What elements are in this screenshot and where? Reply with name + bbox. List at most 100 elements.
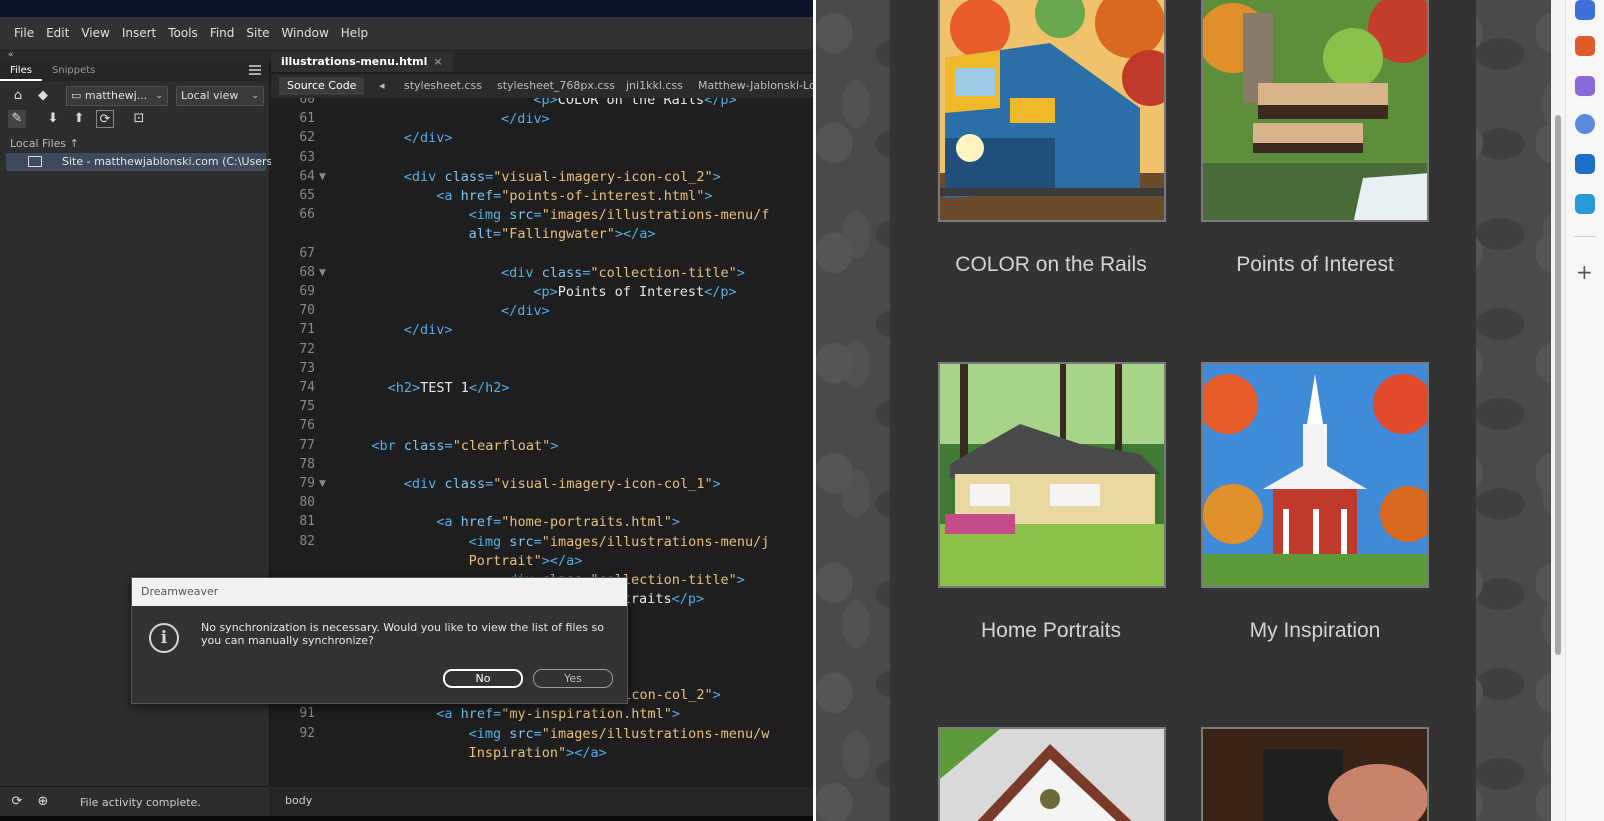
- card-title-my-inspiration[interactable]: My Inspiration: [1185, 619, 1445, 643]
- church-illustration[interactable]: [1201, 362, 1429, 588]
- line-number: 67: [299, 245, 315, 261]
- connect-server-icon[interactable]: ⌂: [9, 87, 27, 105]
- line-number: 63: [299, 149, 315, 165]
- yes-button[interactable]: Yes: [533, 669, 613, 688]
- line-number: 62: [299, 130, 315, 146]
- files-toolbar-1: ⌂ ◆ ▭ matthewj... ⌄ Local view ⌄: [0, 85, 270, 107]
- expand-icon[interactable]: ⊡: [130, 110, 148, 128]
- code-line[interactable]: <img src="images/illustrations-menu/f: [469, 207, 770, 223]
- close-icon[interactable]: ×: [433, 55, 442, 68]
- code-line[interactable]: <br class="clearfloat">: [371, 438, 558, 454]
- code-line[interactable]: </div>: [501, 303, 550, 319]
- code-line[interactable]: <div class="visual-imagery-icon-col_2">: [404, 169, 721, 185]
- send-icon[interactable]: [1575, 194, 1595, 214]
- house-illustration[interactable]: [938, 362, 1166, 588]
- related-file-stylesheet[interactable]: stylesheet.css: [404, 79, 482, 92]
- code-token: >: [671, 706, 681, 723]
- code-line[interactable]: </div>: [404, 130, 453, 146]
- menu-find[interactable]: Find: [204, 26, 241, 40]
- tab-snippets[interactable]: Snippets: [42, 61, 105, 81]
- globe-icon[interactable]: ⊕: [34, 793, 52, 811]
- code-line[interactable]: </div>: [501, 111, 550, 127]
- connect-icon[interactable]: ✎: [8, 110, 26, 128]
- code-line[interactable]: </div>: [404, 322, 453, 338]
- copilot-icon[interactable]: [1575, 114, 1595, 134]
- related-file-logo[interactable]: Matthew-Jablonski-Logo: [698, 79, 813, 92]
- collapse-panels-icon[interactable]: «: [8, 50, 14, 60]
- refresh-icon[interactable]: ⟳: [96, 110, 114, 128]
- menu-view[interactable]: View: [75, 26, 115, 40]
- code-line[interactable]: <h2>TEST 1</h2>: [388, 380, 510, 396]
- site-root-label: Site - matthewjablonski.com (C:\Users\..…: [62, 155, 287, 168]
- code-line[interactable]: <div class="visual-imagery-icon-col_1">: [404, 476, 721, 492]
- train-illustration[interactable]: [938, 0, 1166, 222]
- no-button[interactable]: No: [443, 669, 523, 688]
- tab-files[interactable]: Files: [0, 61, 42, 81]
- refresh-icon[interactable]: ⟳: [8, 793, 26, 811]
- card-title-color-on-the-rails[interactable]: COLOR on the Rails: [921, 253, 1181, 277]
- tag-icon[interactable]: [1575, 0, 1595, 20]
- code-line[interactable]: alt="Fallingwater"></a>: [469, 226, 656, 242]
- code-token: class: [444, 168, 486, 185]
- code-token: "home-portraits.html": [501, 514, 672, 531]
- fold-triangle-icon[interactable]: ▼: [319, 479, 326, 489]
- related-prev-icon[interactable]: ◂: [379, 79, 385, 92]
- related-file-jni1kkl[interactable]: jni1kkl.css: [626, 79, 683, 92]
- fold-triangle-icon[interactable]: ▼: [319, 172, 326, 182]
- site-root-row[interactable]: Site - matthewjablonski.com (C:\Users\..…: [6, 153, 286, 171]
- document-tab[interactable]: illustrations-menu.html ×: [271, 52, 453, 72]
- fold-triangle-icon[interactable]: ▼: [319, 268, 326, 278]
- code-line[interactable]: <p>COLOR on the Rails</p>: [533, 98, 736, 108]
- code-line[interactable]: <a href="my-inspiration.html">: [436, 706, 680, 722]
- code-token: <img: [468, 533, 510, 550]
- card-title-home-portraits[interactable]: Home Portraits: [921, 619, 1181, 643]
- code-token: >: [712, 687, 721, 704]
- git-icon[interactable]: ◆: [34, 87, 52, 105]
- code-line[interactable]: Inspiration"></a>: [469, 745, 607, 761]
- hand-photo[interactable]: [1201, 727, 1429, 821]
- view-dropdown[interactable]: Local view ⌄: [176, 86, 264, 106]
- page-scrollbar[interactable]: [1551, 0, 1565, 821]
- panel-menu-icon[interactable]: [249, 65, 261, 75]
- code-token: =: [492, 226, 502, 243]
- site-dropdown[interactable]: ▭ matthewj... ⌄: [66, 86, 168, 106]
- menu-file[interactable]: File: [8, 26, 40, 40]
- code-token: "visual-imagery-icon-col_2": [493, 168, 713, 185]
- local-files-header[interactable]: Local Files ↑: [10, 137, 79, 150]
- building-illustration[interactable]: [938, 727, 1166, 821]
- code-token: >: [704, 188, 713, 204]
- related-source-code[interactable]: Source Code: [279, 77, 365, 95]
- code-line[interactable]: <a href="points-of-interest.html">: [436, 188, 712, 204]
- code-line[interactable]: <img src="images/illustrations-menu/j: [469, 534, 770, 550]
- code-line[interactable]: <p>Points of Interest</p>: [533, 284, 736, 300]
- put-files-icon[interactable]: ⬆: [70, 110, 88, 128]
- menu-help[interactable]: Help: [335, 26, 374, 40]
- card-title-points-of-interest[interactable]: Points of Interest: [1185, 253, 1445, 277]
- menu-window[interactable]: Window: [275, 26, 334, 40]
- code-token: =: [533, 725, 542, 742]
- menu-tools[interactable]: Tools: [162, 26, 204, 40]
- toolbox-icon[interactable]: [1575, 36, 1595, 56]
- code-token: Points of Interest: [557, 284, 705, 300]
- fallingwater-illustration[interactable]: [1201, 0, 1429, 222]
- code-token: alt: [468, 226, 493, 243]
- code-line[interactable]: <div class="collection-title">: [501, 265, 745, 281]
- related-file-stylesheet-768[interactable]: stylesheet_768px.css: [497, 79, 615, 92]
- menu-edit[interactable]: Edit: [40, 26, 75, 40]
- code-line[interactable]: <img src="images/illustrations-menu/w: [469, 726, 770, 742]
- code-token: class: [444, 476, 486, 492]
- code-line[interactable]: Portrait"></a>: [469, 553, 583, 569]
- tag-selector-bar: body: [271, 786, 813, 816]
- scrollbar-thumb[interactable]: [1555, 115, 1561, 655]
- menu-insert[interactable]: Insert: [116, 26, 162, 40]
- menu-site[interactable]: Site: [240, 26, 275, 40]
- get-files-icon[interactable]: ⬇: [44, 110, 62, 128]
- file-activity-status: File activity complete.: [80, 796, 201, 809]
- tag-selector-body[interactable]: body: [285, 794, 312, 807]
- hand-image: [1203, 729, 1427, 821]
- outlook-icon[interactable]: [1575, 154, 1595, 174]
- code-line[interactable]: <a href="home-portraits.html">: [436, 514, 680, 530]
- add-icon[interactable]: +: [1576, 260, 1593, 284]
- code-token: <h2>: [387, 380, 421, 396]
- people-icon[interactable]: [1575, 76, 1595, 96]
